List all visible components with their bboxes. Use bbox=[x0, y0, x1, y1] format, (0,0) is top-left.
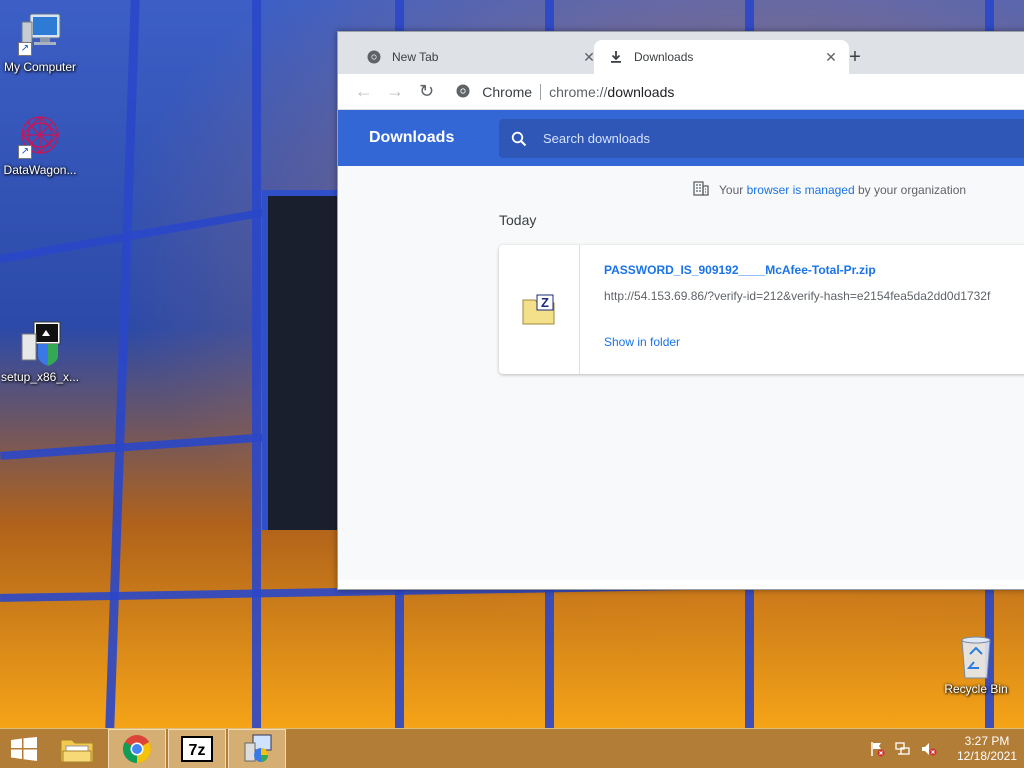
search-input[interactable] bbox=[543, 131, 943, 146]
desktop-icon-label: Recycle Bin bbox=[944, 682, 1008, 696]
tab-title: Downloads bbox=[634, 50, 694, 64]
browser-toolbar: ← → ↻ Chrome chrome://downloads bbox=[338, 74, 1024, 110]
tab-title: New Tab bbox=[392, 50, 439, 64]
tab-new-tab[interactable]: New Tab ✕ bbox=[352, 40, 607, 74]
recycle-bin-icon bbox=[952, 632, 1000, 680]
taskbar-chrome[interactable] bbox=[108, 728, 166, 768]
download-file-name-link[interactable]: PASSWORD_IS_909192____McAfee-Total-Pr.zi… bbox=[604, 263, 1024, 277]
managed-suffix: by your organization bbox=[858, 182, 967, 197]
omnibox-url-path: downloads bbox=[607, 83, 675, 100]
forward-button[interactable]: → bbox=[381, 78, 408, 106]
taskbar-file-explorer[interactable] bbox=[48, 729, 106, 768]
taskbar-installer[interactable] bbox=[228, 728, 286, 768]
chrome-window[interactable]: New Tab ✕ Downloads ✕ + ← → ↻ Chrome chr… bbox=[337, 31, 1024, 590]
omnibox-url-prefix: chrome:// bbox=[549, 83, 608, 100]
download-favicon-icon bbox=[608, 49, 624, 65]
search-icon bbox=[511, 131, 527, 146]
shortcut-arrow-icon: ↗ bbox=[18, 42, 32, 56]
address-bar[interactable]: Chrome chrome://downloads bbox=[448, 77, 1024, 106]
action-center-flag-icon[interactable] bbox=[868, 740, 886, 758]
file-explorer-icon bbox=[60, 739, 94, 762]
managed-notice: Your browser is managed by your organiza… bbox=[693, 180, 966, 199]
taskbar-clock[interactable]: 3:27 PM 12/18/2021 bbox=[950, 734, 1024, 764]
desktop-icon-datawagon[interactable]: ↗ DataWagon... bbox=[0, 113, 80, 177]
desktop-icon-label: DataWagon... bbox=[3, 163, 77, 177]
chrome-icon bbox=[123, 734, 151, 763]
wallpaper-dark-pane bbox=[262, 190, 340, 530]
desktop-icon-label: setup_x86_x... bbox=[0, 370, 80, 384]
network-icon[interactable] bbox=[894, 740, 912, 758]
desktop-icon-recycle-bin[interactable]: Recycle Bin bbox=[936, 632, 1016, 696]
installer-shield-icon bbox=[16, 320, 64, 368]
building-icon bbox=[693, 180, 709, 199]
date-group-label: Today bbox=[499, 212, 537, 228]
chrome-icon bbox=[456, 84, 472, 100]
tab-strip: New Tab ✕ Downloads ✕ + bbox=[338, 32, 1024, 74]
download-file-icon-area: Z bbox=[499, 245, 580, 374]
search-box[interactable] bbox=[499, 119, 1024, 158]
download-item: Z PASSWORD_IS_909192____McAfee-Total-Pr.… bbox=[499, 245, 1024, 374]
chrome-favicon-icon bbox=[366, 49, 382, 65]
show-in-folder-link[interactable]: Show in folder bbox=[604, 335, 680, 349]
download-source-url[interactable]: http://54.153.69.86/?verify-id=212&verif… bbox=[604, 289, 1024, 303]
system-tray: 3:27 PM 12/18/2021 bbox=[868, 729, 1024, 768]
reload-button[interactable]: ↻ bbox=[413, 78, 440, 106]
new-tab-button[interactable]: + bbox=[843, 46, 867, 70]
shortcut-arrow-icon: ↗ bbox=[18, 145, 32, 159]
installer-icon bbox=[244, 734, 272, 762]
downloads-header: Downloads bbox=[338, 110, 1024, 166]
svg-text:Z: Z bbox=[541, 295, 549, 310]
7zip-icon: 7z bbox=[181, 735, 213, 762]
omnibox-url: chrome://downloads bbox=[549, 84, 674, 100]
wallpaper-line bbox=[252, 0, 261, 728]
svg-text:7z: 7z bbox=[189, 742, 206, 759]
clock-time: 3:27 PM bbox=[964, 734, 1010, 748]
7zip-archive-icon: Z bbox=[522, 294, 555, 324]
desktop-icon-setup[interactable]: setup_x86_x... bbox=[0, 320, 80, 384]
desktop-icon-label: My Computer bbox=[3, 60, 77, 74]
managed-prefix: Your bbox=[719, 182, 744, 197]
omnibox-scheme-label: Chrome bbox=[482, 83, 542, 100]
page-title: Downloads bbox=[369, 129, 455, 146]
volume-muted-icon[interactable] bbox=[920, 740, 938, 758]
managed-link[interactable]: browser is managed bbox=[747, 183, 855, 197]
downloads-list-area: Your browser is managed by your organiza… bbox=[338, 166, 1024, 580]
taskbar-7zip[interactable]: 7z bbox=[168, 728, 226, 768]
taskbar: 7z 3:27 PM 12/18/2021 bbox=[0, 728, 1024, 768]
start-button[interactable] bbox=[0, 729, 48, 768]
desktop-icon-my-computer[interactable]: ↗ My Computer bbox=[0, 10, 80, 74]
clock-date: 12/18/2021 bbox=[956, 749, 1018, 763]
computer-icon: ↗ bbox=[16, 10, 64, 58]
tab-downloads[interactable]: Downloads ✕ bbox=[594, 40, 849, 74]
tab-close-icon[interactable]: ✕ bbox=[823, 49, 839, 65]
back-button[interactable]: ← bbox=[350, 78, 377, 106]
windows-start-icon bbox=[11, 736, 37, 761]
download-item-details: PASSWORD_IS_909192____McAfee-Total-Pr.zi… bbox=[580, 245, 1024, 374]
datawagon-icon: ↗ bbox=[16, 113, 64, 161]
